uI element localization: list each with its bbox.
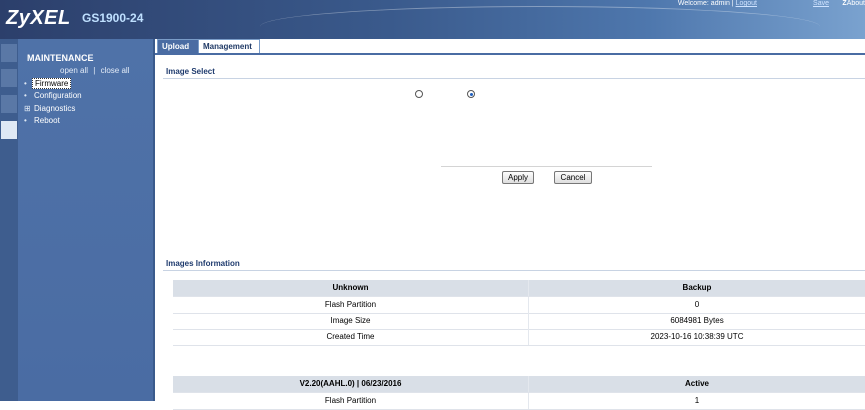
table-cell: 1 bbox=[694, 396, 700, 405]
bullet-icon: • bbox=[24, 116, 27, 125]
table-cell: Flash Partition bbox=[324, 396, 377, 405]
table-cell: Image Size bbox=[330, 316, 371, 325]
form-divider bbox=[441, 166, 652, 167]
table-cell: Backup bbox=[682, 283, 712, 292]
image-select-title: Image Select bbox=[166, 67, 215, 76]
cancel-button[interactable]: Cancel bbox=[554, 171, 592, 184]
sidebar-item-label: Firmware bbox=[32, 78, 72, 89]
welcome-text: Welcome: admin | Logout bbox=[678, 0, 757, 7]
table-row: Flash Partition 1 bbox=[173, 393, 865, 410]
tab-upload[interactable]: Upload bbox=[157, 39, 199, 53]
table-cell: 0 bbox=[694, 300, 700, 309]
bullet-icon: • bbox=[24, 79, 27, 88]
apply-button[interactable]: Apply bbox=[502, 171, 534, 184]
table-header-row: Unknown Backup bbox=[173, 280, 865, 297]
maintenance-icon[interactable] bbox=[1, 121, 17, 139]
top-banner: ZyXEL GS1900-24 Welcome: admin | Logout … bbox=[0, 0, 865, 39]
about-link[interactable]: ZAbout bbox=[842, 0, 865, 7]
table-cell: Created Time bbox=[326, 332, 375, 341]
table-header-row: V2.20(AAHL.0) | 06/23/2016 Active bbox=[173, 376, 865, 393]
expand-icon: ⊞ bbox=[24, 104, 31, 113]
sidebar-title: MAINTENANCE bbox=[27, 53, 94, 63]
sidebar-item-label: Reboot bbox=[34, 116, 60, 125]
config-icon[interactable] bbox=[1, 69, 17, 87]
sidebar-expand-links: open all | close all bbox=[60, 66, 129, 75]
link-separator: | bbox=[93, 66, 96, 75]
save-link[interactable]: Save bbox=[813, 0, 829, 7]
table-cell: 2023-10-16 10:38:39 UTC bbox=[650, 332, 744, 341]
table-row: Created Time 2023-10-16 10:38:39 UTC bbox=[173, 329, 865, 346]
tab-management[interactable]: Management bbox=[198, 39, 260, 53]
model-name: GS1900-24 bbox=[82, 11, 144, 25]
function-icon-strip bbox=[0, 39, 18, 401]
image-radio-1[interactable] bbox=[415, 90, 423, 98]
network-icon[interactable] bbox=[1, 95, 17, 113]
bullet-icon: • bbox=[24, 91, 27, 100]
sidebar-item-label: Configuration bbox=[34, 91, 82, 100]
close-all-link[interactable]: close all bbox=[101, 66, 130, 75]
sidebar-divider bbox=[153, 39, 155, 401]
about-label: About bbox=[846, 0, 865, 7]
sidebar-item-diagnostics[interactable]: ⊞ Diagnostics bbox=[24, 104, 77, 113]
table-row: Flash Partition 0 bbox=[173, 297, 865, 314]
logout-link[interactable]: Logout bbox=[736, 0, 757, 7]
tab-underline bbox=[155, 53, 865, 55]
image-radio-2[interactable] bbox=[467, 90, 475, 98]
brand-logo: ZyXEL bbox=[6, 7, 71, 29]
table-cell: 6084981 Bytes bbox=[670, 316, 724, 325]
monitor-icon[interactable] bbox=[1, 44, 17, 62]
sidebar-item-label: Diagnostics bbox=[34, 104, 76, 113]
sidebar: MAINTENANCE open all | close all • Firmwa… bbox=[18, 39, 153, 401]
table-cell: Active bbox=[684, 379, 709, 388]
banner-decoration bbox=[260, 6, 820, 39]
section-divider bbox=[163, 270, 865, 271]
sidebar-item-configuration[interactable]: • Configuration bbox=[24, 91, 84, 100]
table-cell: Unknown bbox=[332, 283, 369, 292]
sidebar-item-reboot[interactable]: • Reboot bbox=[24, 116, 62, 125]
open-all-link[interactable]: open all bbox=[60, 66, 88, 75]
table-row: Image Size 6084981 Bytes bbox=[173, 313, 865, 330]
images-information-title: Images Information bbox=[166, 259, 240, 268]
section-divider bbox=[163, 78, 865, 79]
table-cell: Flash Partition bbox=[324, 300, 377, 309]
table-cell: V2.20(AAHL.0) | 06/23/2016 bbox=[299, 379, 402, 388]
sidebar-item-firmware[interactable]: • Firmware bbox=[24, 78, 72, 89]
welcome-label: Welcome: admin | bbox=[677, 0, 734, 7]
